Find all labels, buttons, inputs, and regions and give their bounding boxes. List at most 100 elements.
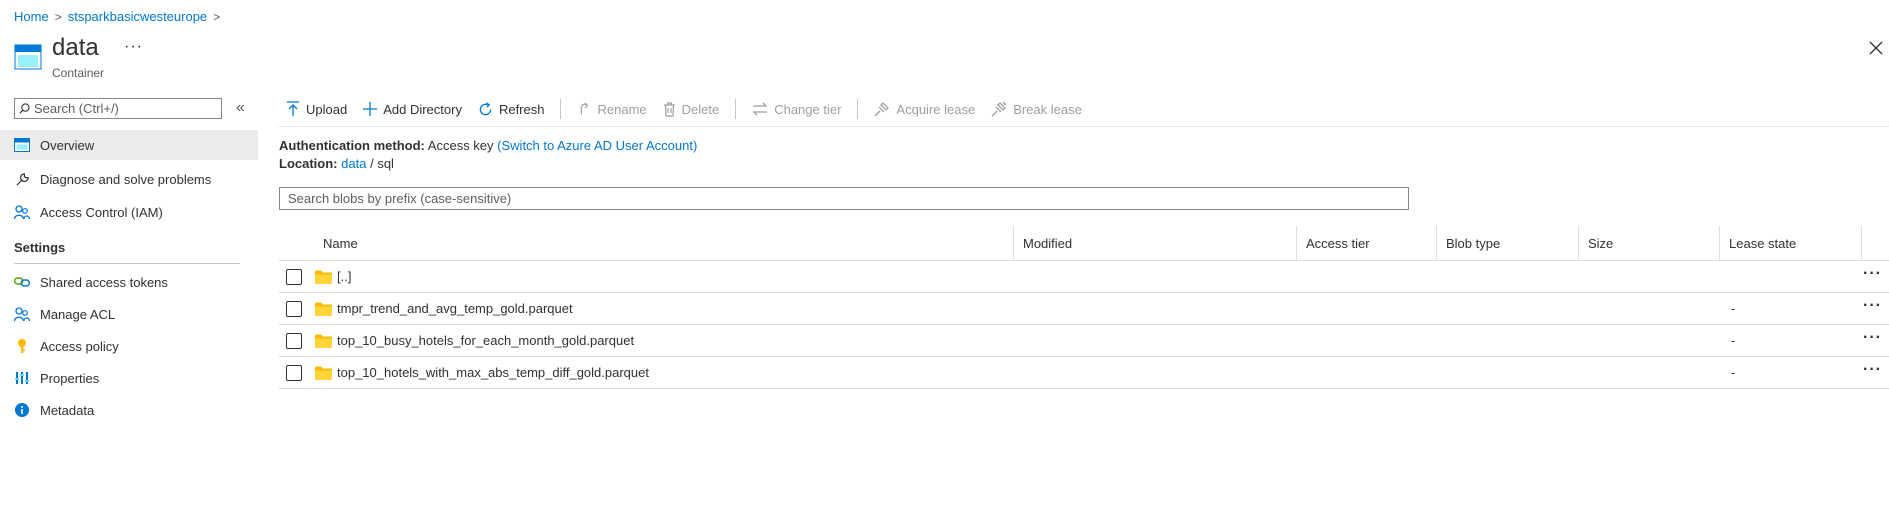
delete-button[interactable]: Delete xyxy=(663,101,720,117)
change-tier-button[interactable]: Change tier xyxy=(752,102,841,117)
toolbar-divider xyxy=(857,99,859,119)
container-icon xyxy=(14,44,42,70)
sidebar-item-shared-access-tokens[interactable]: Shared access tokens xyxy=(0,267,258,297)
properties-bars-icon xyxy=(14,370,30,386)
sidebar-item-label: Access Control (IAM) xyxy=(40,204,163,220)
folder-icon xyxy=(315,270,332,284)
change-tier-label: Change tier xyxy=(774,101,842,117)
blob-search-box xyxy=(279,187,1409,210)
collapse-sidebar-button[interactable]: « xyxy=(236,99,245,117)
acquire-lease-button[interactable]: Acquire lease xyxy=(874,101,975,117)
add-directory-button[interactable]: Add Directory xyxy=(363,102,462,117)
sidebar-item-access-control[interactable]: Access Control (IAM) xyxy=(0,197,258,227)
break-lease-label: Break lease xyxy=(1013,101,1082,117)
delete-icon xyxy=(663,101,675,117)
column-separator[interactable] xyxy=(1861,226,1862,260)
sidebar-item-label: Access policy xyxy=(40,338,119,354)
location-path: sql xyxy=(377,156,394,171)
page-title: data xyxy=(52,34,99,61)
break-lease-button[interactable]: Break lease xyxy=(991,101,1082,117)
sidebar-item-label: Diagnose and solve problems xyxy=(40,171,212,187)
rename-button[interactable]: Rename xyxy=(577,101,647,117)
folder-icon xyxy=(315,302,332,316)
column-header-lease-state[interactable]: Lease state xyxy=(1720,226,1796,260)
sidebar-item-access-policy[interactable]: Access policy xyxy=(0,331,258,361)
sidebar-search-input[interactable] xyxy=(34,101,214,116)
sidebar-item-properties[interactable]: Properties xyxy=(0,363,258,393)
refresh-label: Refresh xyxy=(498,101,545,117)
container-overview-icon xyxy=(14,137,30,153)
key-icon xyxy=(14,338,30,354)
column-header-name[interactable]: Name xyxy=(314,226,358,260)
column-header-blob-type[interactable]: Blob type xyxy=(1437,226,1500,260)
column-header-modified[interactable]: Modified xyxy=(1014,226,1072,260)
breadcrumb-separator: > xyxy=(54,9,62,24)
row-lease-state: - xyxy=(1731,365,1736,380)
row-more-options-button[interactable]: ··· xyxy=(1863,266,1882,282)
sidebar-item-overview[interactable]: Overview xyxy=(0,130,258,160)
location-row: Location: data / sql xyxy=(279,156,394,171)
location-container-link[interactable]: data xyxy=(341,156,366,171)
row-name[interactable]: top_10_busy_hotels_for_each_month_gold.p… xyxy=(337,325,634,356)
people-icon xyxy=(14,306,30,322)
close-icon[interactable] xyxy=(1868,40,1884,56)
auth-method-value: Access key xyxy=(427,138,494,153)
acquire-lease-label: Acquire lease xyxy=(896,101,976,117)
row-more-options-button[interactable]: ··· xyxy=(1863,330,1882,346)
table-row[interactable]: tmpr_trend_and_avg_temp_gold.parquet - ·… xyxy=(279,293,1889,325)
breadcrumb-home[interactable]: Home xyxy=(14,9,49,24)
upload-button[interactable]: Upload xyxy=(286,101,347,117)
row-checkbox[interactable] xyxy=(286,365,302,381)
sidebar-item-diagnose[interactable]: Diagnose and solve problems xyxy=(0,164,258,194)
row-more-options-button[interactable]: ··· xyxy=(1863,362,1882,378)
column-header-access-tier[interactable]: Access tier xyxy=(1297,226,1370,260)
location-separator: / xyxy=(370,156,374,171)
row-checkbox[interactable] xyxy=(286,269,302,285)
upload-icon xyxy=(287,101,299,116)
sidebar-item-label: Properties xyxy=(40,370,100,386)
upload-label: Upload xyxy=(306,101,348,117)
row-name[interactable]: [..] xyxy=(337,261,351,292)
row-name[interactable]: top_10_hotels_with_max_abs_temp_diff_gol… xyxy=(337,357,649,388)
authentication-method-row: Authentication method: Access key (Switc… xyxy=(279,138,697,153)
break-lease-icon xyxy=(991,101,1007,117)
row-lease-state: - xyxy=(1731,301,1736,316)
toolbar-divider xyxy=(735,99,737,119)
sidebar-item-label: Manage ACL xyxy=(40,306,116,322)
link-icon xyxy=(14,274,30,290)
change-tier-icon xyxy=(752,102,768,116)
rename-icon xyxy=(581,102,589,115)
people-icon xyxy=(14,204,30,220)
row-checkbox[interactable] xyxy=(286,301,302,317)
add-directory-label: Add Directory xyxy=(383,101,462,117)
folder-icon xyxy=(315,366,332,380)
blob-table: Name Modified Access tier Blob type Size… xyxy=(279,226,1889,389)
column-header-size[interactable]: Size xyxy=(1579,226,1613,260)
page-subtitle: Container xyxy=(52,66,105,80)
wrench-icon xyxy=(14,171,30,187)
breadcrumb-separator: > xyxy=(213,9,221,24)
refresh-button[interactable]: Refresh xyxy=(478,101,545,117)
breadcrumb-storage-account[interactable]: stsparkbasicwesteurope xyxy=(68,9,207,24)
divider xyxy=(14,263,240,264)
toolbar-divider xyxy=(560,99,562,119)
delete-label: Delete xyxy=(681,101,720,117)
plus-icon xyxy=(363,102,378,116)
table-row[interactable]: top_10_busy_hotels_for_each_month_gold.p… xyxy=(279,325,1889,357)
switch-auth-link[interactable]: (Switch to Azure AD User Account) xyxy=(497,138,697,153)
sidebar-item-label: Metadata xyxy=(40,402,95,418)
sidebar-item-metadata[interactable]: Metadata xyxy=(0,395,258,425)
table-header: Name Modified Access tier Blob type Size… xyxy=(279,226,1889,261)
more-options-button[interactable]: ··· xyxy=(124,38,143,56)
sidebar-item-manage-acl[interactable]: Manage ACL xyxy=(0,299,258,329)
sidebar-item-label: Overview xyxy=(40,137,95,153)
row-checkbox[interactable] xyxy=(286,333,302,349)
rename-label: Rename xyxy=(597,101,647,117)
settings-section-heading: Settings xyxy=(14,240,66,255)
table-row[interactable]: [..] ··· xyxy=(279,261,1889,293)
row-name[interactable]: tmpr_trend_and_avg_temp_gold.parquet xyxy=(337,293,573,324)
table-row[interactable]: top_10_hotels_with_max_abs_temp_diff_gol… xyxy=(279,357,1889,389)
row-more-options-button[interactable]: ··· xyxy=(1863,298,1882,314)
blob-search-input[interactable] xyxy=(280,188,1408,209)
refresh-icon xyxy=(479,101,492,115)
